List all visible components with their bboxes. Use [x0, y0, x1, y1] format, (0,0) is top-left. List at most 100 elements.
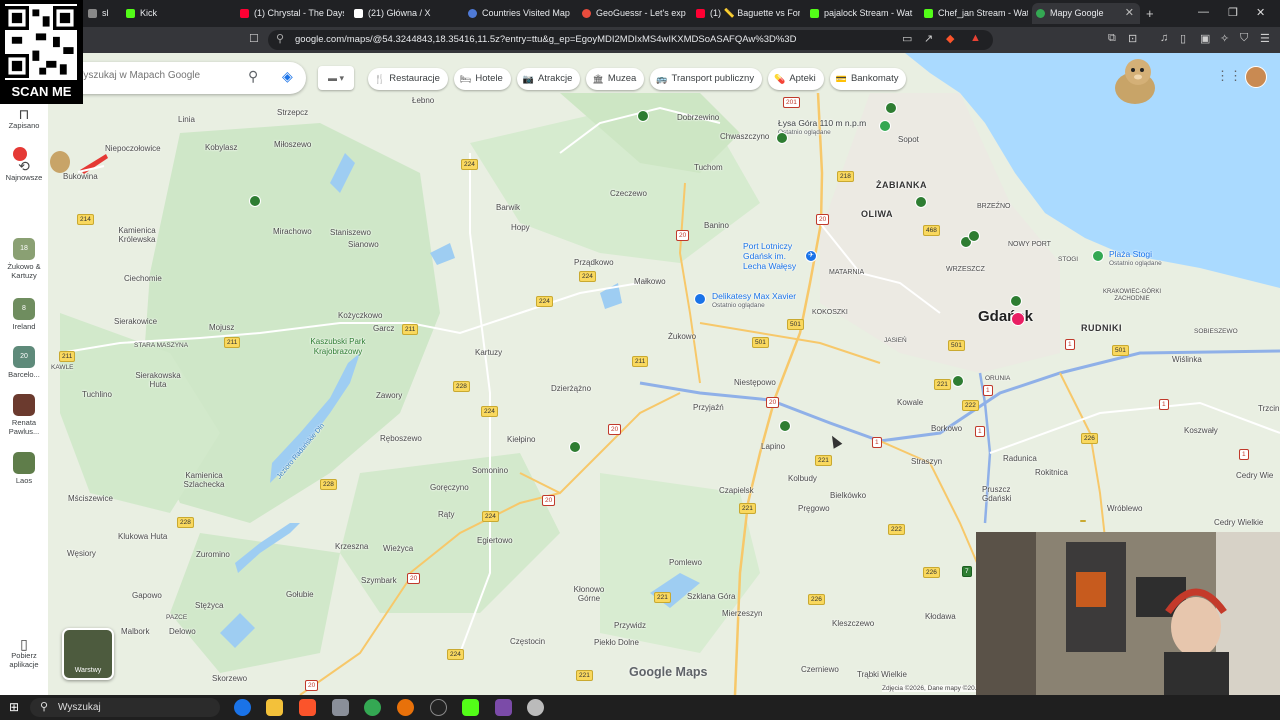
sidebar-saved[interactable]: ⊓ Zapisano: [0, 107, 48, 130]
google-maps-logo: Google Maps: [629, 665, 708, 679]
site-info-icon[interactable]: ⚲: [276, 32, 284, 45]
beach-icon[interactable]: [1092, 250, 1104, 262]
stream-app-icon[interactable]: [462, 699, 479, 716]
close-window-icon[interactable]: ✕: [1256, 6, 1265, 19]
search-input[interactable]: [74, 70, 244, 81]
chip-pharmacies[interactable]: 💊 Apteki: [768, 68, 824, 90]
sidebar-item-ireland[interactable]: 8 Ireland: [0, 298, 48, 331]
park-pin-icon[interactable]: [885, 102, 897, 114]
tab-youtube-chrystal[interactable]: (1) Chrystal - The Days: [236, 3, 344, 24]
park-pin-icon[interactable]: [569, 441, 581, 453]
new-tab-button[interactable]: +: [1146, 6, 1154, 21]
tab-kick[interactable]: Kick: [122, 3, 230, 24]
road-shield: 211: [632, 356, 649, 367]
brave-rewards-icon[interactable]: ▲: [970, 32, 981, 44]
park-pin-icon[interactable]: [1010, 295, 1022, 307]
park-pin-icon[interactable]: [776, 132, 788, 144]
sidebar-item-barcelona[interactable]: 20 Barcelo...: [0, 346, 48, 379]
bookmark-icon[interactable]: ☐: [249, 32, 259, 45]
road-shield: 20: [305, 680, 319, 691]
poi-plaza-stogi[interactable]: Plaża Stogi Ostatnio oglądane: [1109, 249, 1162, 269]
park-pin-icon[interactable]: [249, 195, 261, 207]
wallet-icon[interactable]: ▣: [1200, 32, 1210, 45]
chip-museums[interactable]: 🏛 Muzea: [586, 68, 645, 90]
media-icon[interactable]: ♫: [1160, 32, 1168, 44]
app-icon[interactable]: [332, 699, 349, 716]
extensions-icon[interactable]: ⧉: [1108, 32, 1116, 45]
browser-icon[interactable]: [397, 699, 414, 716]
place-label: Zuromino: [196, 550, 230, 559]
tab-x[interactable]: (21) Główna / X: [350, 3, 458, 24]
park-pin-icon[interactable]: [952, 375, 964, 387]
place-label: PAZCE: [166, 614, 188, 621]
obs-icon[interactable]: [430, 699, 447, 716]
park-pin-icon[interactable]: [915, 196, 927, 208]
avatar[interactable]: [1245, 66, 1267, 88]
tab-chef-jan[interactable]: Chef_jan Stream - Wat: [920, 3, 1028, 24]
poi-delikatesy[interactable]: Delikatesy Max Xavier Ostatnio oglądane: [712, 291, 796, 311]
airport-icon[interactable]: ✈: [805, 250, 817, 262]
settings-icon[interactable]: [527, 699, 544, 716]
chip-restaurants[interactable]: 🍴 Restauracje: [368, 68, 448, 90]
sidebar-item-renata[interactable]: Renata Pawlus...: [0, 394, 48, 436]
close-tab-icon[interactable]: ✕: [1125, 3, 1140, 24]
park-pin-icon[interactable]: [779, 420, 791, 432]
url-field[interactable]: google.com/maps/@54.3244843,18.35416,11.…: [268, 30, 993, 50]
youtube-icon: [240, 9, 249, 18]
sidebar-item-label: Zapisano: [8, 121, 40, 130]
chip-public-transport[interactable]: 🚌 Transport publiczny: [650, 68, 763, 90]
sidebar-item-label: Żukowo & Kartuzy: [7, 262, 41, 280]
menu-icon[interactable]: ☰: [1260, 32, 1270, 45]
tab-geoguessr[interactable]: GeoGuessr - Let's expl: [578, 3, 686, 24]
sidebar-item-zukowo[interactable]: 18 Żukowo & Kartuzy: [0, 238, 48, 280]
leo-ai-icon[interactable]: ✧: [1220, 32, 1229, 45]
road-shield: 1: [1159, 399, 1169, 410]
sidebar-get-app[interactable]: ▯ Pobierz aplikacje: [0, 637, 48, 669]
search-icon[interactable]: ⚲: [248, 68, 258, 85]
road-shield: 1: [1065, 339, 1075, 350]
tab-pajalock[interactable]: pajalock Stream - Wat: [806, 3, 914, 24]
tab-label: Chef_jan Stream - Wat: [938, 8, 1028, 18]
selected-location-pin-icon[interactable]: [1011, 312, 1025, 326]
map-view-toggle[interactable]: ▬ ▾: [318, 66, 354, 90]
edge-icon[interactable]: [234, 699, 251, 716]
chip-hotels[interactable]: 🛏 Hotele: [453, 68, 511, 90]
sidebar-item-laos[interactable]: Laos: [0, 452, 48, 485]
sidebar-item-label: Pobierz aplikacje: [9, 651, 39, 669]
road-shield: 501: [1112, 345, 1129, 356]
sidebar-icon[interactable]: ▯: [1180, 32, 1186, 45]
tab-countries-visited[interactable]: Countries Visited Map: [464, 3, 572, 24]
road-shield: 20: [816, 214, 830, 225]
windows-start-icon[interactable]: ⊞: [9, 700, 19, 714]
brave-shield-icon[interactable]: ◆: [946, 32, 954, 45]
chip-atms[interactable]: 💳 Bankomaty: [829, 68, 907, 90]
tab-dashboard[interactable]: shboa: [84, 3, 108, 24]
place-label: Kiełpino: [507, 435, 536, 444]
chrome-icon[interactable]: [364, 699, 381, 716]
screenshot-icon[interactable]: ⊡: [1128, 32, 1137, 45]
tab-google-maps[interactable]: Mapy Google ✕: [1032, 3, 1140, 24]
mountain-icon[interactable]: [879, 120, 891, 132]
install-app-icon[interactable]: ▭: [902, 32, 912, 45]
brave-icon[interactable]: [299, 699, 316, 716]
vpn-icon[interactable]: ⛉: [1240, 32, 1248, 45]
shopping-bag-icon[interactable]: [694, 293, 706, 305]
poi-lysa-gora[interactable]: Łysa Góra 110 m n.p.m Ostatnio oglądane: [778, 118, 866, 138]
minimize-icon[interactable]: —: [1198, 6, 1209, 18]
layers-button[interactable]: Warstwy: [62, 628, 114, 680]
share-icon[interactable]: ↗: [924, 32, 933, 45]
park-pin-icon[interactable]: [637, 110, 649, 122]
poi-airport[interactable]: Port Lotniczy Gdańsk im. Lecha Wałęsy: [743, 241, 809, 271]
tab-youtube-baguette[interactable]: (1) 📏 Baguette vs For: [692, 3, 800, 24]
app-icon[interactable]: [495, 699, 512, 716]
park-pin-icon[interactable]: [968, 230, 980, 242]
search-box[interactable]: ⚲ ◈: [56, 62, 306, 94]
place-label: KAWLE: [51, 364, 74, 371]
maximize-icon[interactable]: ❐: [1228, 6, 1238, 19]
chip-attractions[interactable]: 📷 Atrakcje: [516, 68, 581, 90]
directions-icon[interactable]: ◈: [282, 68, 293, 85]
place-label: Wieżyca: [383, 544, 414, 553]
file-explorer-icon[interactable]: [266, 699, 283, 716]
place-label: Tuchlino: [82, 390, 112, 399]
taskbar-search[interactable]: Wyszukaj: [30, 698, 220, 717]
